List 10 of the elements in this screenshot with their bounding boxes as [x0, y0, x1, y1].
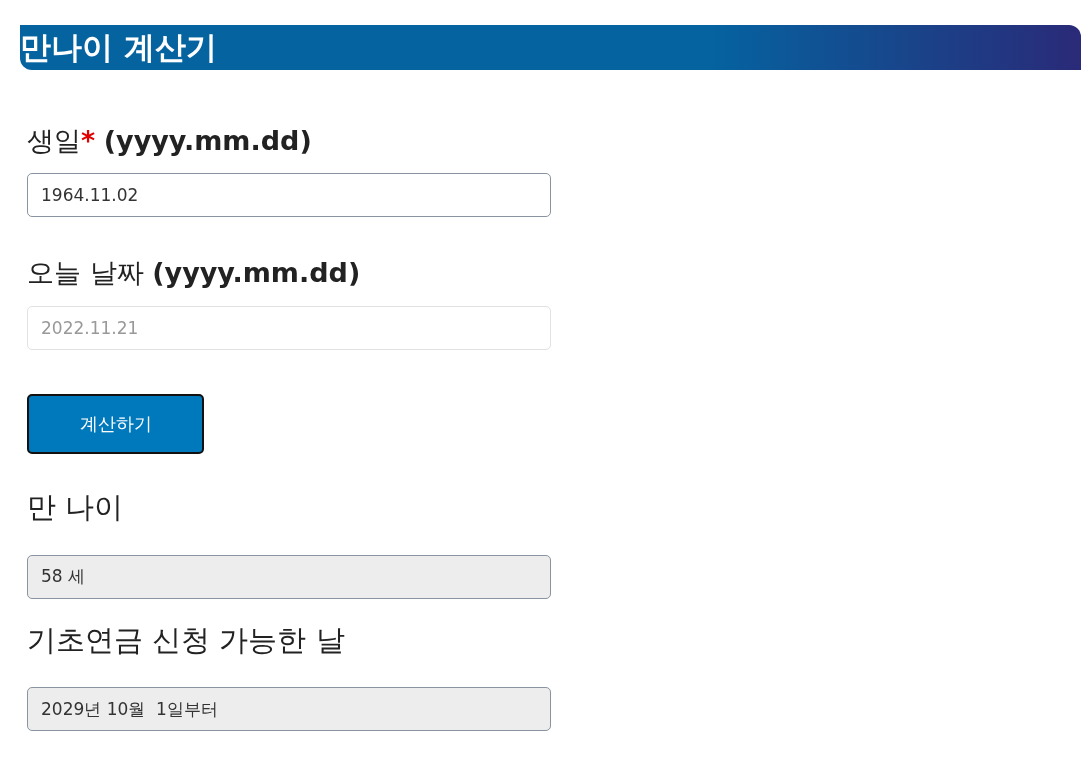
date-input-field[interactable]: 2022.11.21	[27, 305, 551, 350]
result-label: 만 나이	[27, 489, 125, 525]
page-title: 만나이 계산기	[20, 25, 1081, 70]
result-field[interactable]: 2029년 10월 1일부터	[27, 687, 551, 732]
field-label: 오늘 날짜 (yyyy.mm.dd)	[27, 257, 362, 290]
result-field[interactable]: 58 세	[27, 554, 551, 599]
result-label: 기초연금 신청 가능한 날	[27, 622, 346, 658]
date-input-field[interactable]: 1964.11.02	[27, 173, 551, 218]
field-label: 생일* (yyyy.mm.dd)	[27, 125, 313, 158]
calculate-button[interactable]: 계산하기	[27, 393, 204, 454]
